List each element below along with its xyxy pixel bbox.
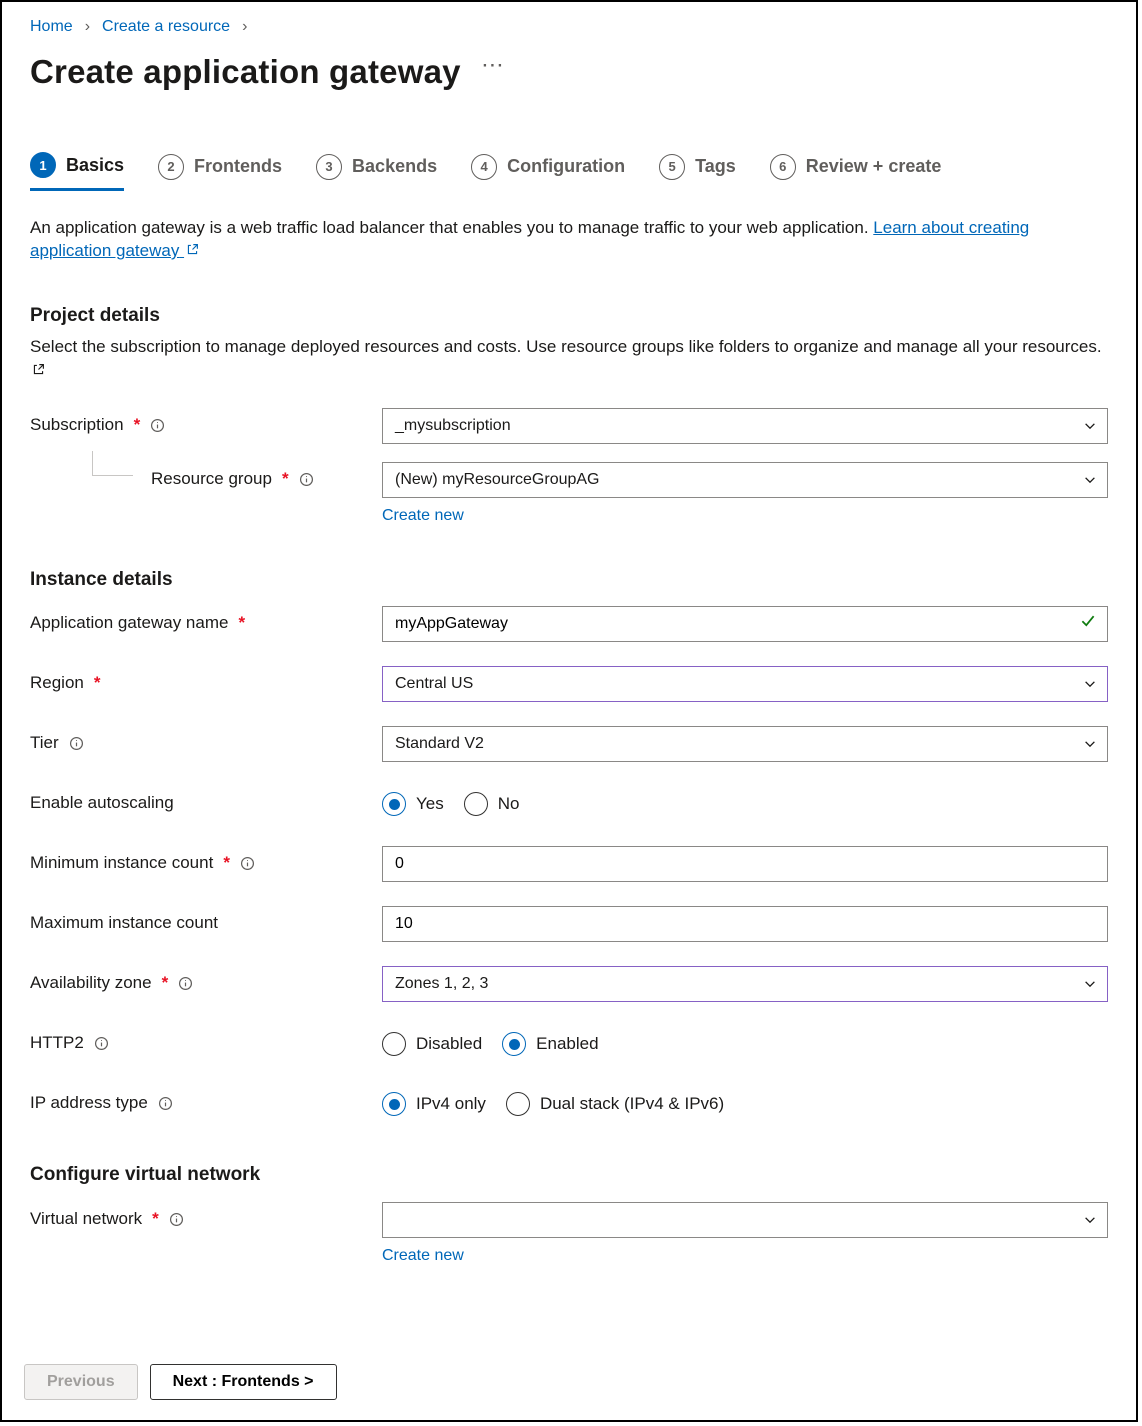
- label-min-instance: Minimum instance count*: [30, 846, 382, 875]
- intro-text: An application gateway is a web traffic …: [30, 217, 1108, 263]
- tier-value: Standard V2: [395, 733, 484, 755]
- section-title-vnet: Configure virtual network: [30, 1162, 1108, 1188]
- radio-ip-dual[interactable]: Dual stack (IPv4 & IPv6): [506, 1092, 724, 1116]
- info-icon[interactable]: [94, 1036, 109, 1051]
- breadcrumb-create-resource[interactable]: Create a resource: [102, 16, 230, 38]
- subscription-select[interactable]: _mysubscription: [382, 408, 1108, 444]
- chevron-down-icon: [1083, 677, 1097, 691]
- region-select[interactable]: Central US: [382, 666, 1108, 702]
- label-az: Availability zone*: [30, 966, 382, 995]
- wizard-steps: 1 Basics 2 Frontends 3 Backends 4 Config…: [30, 152, 1108, 191]
- section-desc-project: Select the subscription to manage deploy…: [30, 335, 1108, 384]
- chevron-down-icon: [1083, 473, 1097, 487]
- resource-group-select[interactable]: (New) myResourceGroupAG: [382, 462, 1108, 498]
- section-title-project: Project details: [30, 303, 1108, 329]
- tab-basics[interactable]: 1 Basics: [30, 152, 124, 191]
- chevron-down-icon: [1083, 977, 1097, 991]
- step-number: 5: [659, 154, 685, 180]
- radio-http2-enabled[interactable]: Enabled: [502, 1032, 598, 1056]
- radio-autoscale-yes[interactable]: Yes: [382, 792, 444, 816]
- radio-http2-disabled[interactable]: Disabled: [382, 1032, 482, 1056]
- info-icon[interactable]: [169, 1212, 184, 1227]
- label-ip-type: IP address type: [30, 1086, 382, 1115]
- chevron-right-icon: ›: [242, 16, 247, 38]
- label-autoscaling: Enable autoscaling: [30, 786, 382, 815]
- label-vnet: Virtual network*: [30, 1202, 382, 1231]
- step-number: 3: [316, 154, 342, 180]
- label-agw-name: Application gateway name*: [30, 606, 382, 635]
- previous-button: Previous: [24, 1364, 138, 1400]
- chevron-down-icon: [1083, 737, 1097, 751]
- tab-configuration[interactable]: 4 Configuration: [471, 152, 625, 191]
- breadcrumb-home[interactable]: Home: [30, 16, 73, 38]
- az-select[interactable]: Zones 1, 2, 3: [382, 966, 1108, 1002]
- next-button[interactable]: Next : Frontends >: [150, 1364, 337, 1400]
- label-region: Region*: [30, 666, 382, 695]
- label-resource-group: Resource group*: [30, 462, 382, 491]
- step-number: 2: [158, 154, 184, 180]
- info-icon[interactable]: [150, 418, 165, 433]
- tier-select[interactable]: Standard V2: [382, 726, 1108, 762]
- info-icon[interactable]: [69, 736, 84, 751]
- resource-group-value: (New) myResourceGroupAG: [395, 469, 600, 491]
- chevron-down-icon: [1083, 419, 1097, 433]
- agw-name-input[interactable]: [395, 607, 1071, 641]
- vnet-select[interactable]: [382, 1202, 1108, 1238]
- tab-review[interactable]: 6 Review + create: [770, 152, 942, 191]
- chevron-down-icon: [1083, 1213, 1097, 1227]
- tab-label: Backends: [352, 154, 437, 178]
- step-number: 1: [30, 152, 56, 178]
- external-link-icon: [32, 363, 45, 376]
- label-max-instance: Maximum instance count: [30, 906, 382, 935]
- step-number: 4: [471, 154, 497, 180]
- max-instance-input[interactable]: [395, 907, 1095, 941]
- tab-label: Frontends: [194, 154, 282, 178]
- az-value: Zones 1, 2, 3: [395, 973, 488, 995]
- info-icon[interactable]: [240, 856, 255, 871]
- subscription-value: _mysubscription: [395, 415, 511, 437]
- tab-label: Basics: [66, 153, 124, 177]
- min-instance-input[interactable]: [395, 847, 1095, 881]
- tree-line-icon: [92, 451, 133, 476]
- radio-ip-v4[interactable]: IPv4 only: [382, 1092, 486, 1116]
- page-title: Create application gateway: [30, 50, 461, 95]
- info-icon[interactable]: [299, 472, 314, 487]
- tab-label: Configuration: [507, 154, 625, 178]
- create-new-rg-link[interactable]: Create new: [382, 507, 464, 524]
- step-number: 6: [770, 154, 796, 180]
- breadcrumb: Home › Create a resource ›: [30, 16, 1108, 38]
- checkmark-icon: [1079, 612, 1097, 630]
- more-actions-icon[interactable]: ···: [483, 55, 505, 77]
- tab-tags[interactable]: 5 Tags: [659, 152, 736, 191]
- tab-label: Review + create: [806, 154, 942, 178]
- label-http2: HTTP2: [30, 1026, 382, 1055]
- tab-backends[interactable]: 3 Backends: [316, 152, 437, 191]
- radio-autoscale-no[interactable]: No: [464, 792, 520, 816]
- label-subscription: Subscription*: [30, 408, 382, 437]
- section-title-instance: Instance details: [30, 567, 1108, 593]
- create-new-vnet-link[interactable]: Create new: [382, 1247, 464, 1264]
- info-icon[interactable]: [158, 1096, 173, 1111]
- tab-frontends[interactable]: 2 Frontends: [158, 152, 282, 191]
- region-value: Central US: [395, 673, 473, 695]
- label-tier: Tier: [30, 726, 382, 755]
- tab-label: Tags: [695, 154, 736, 178]
- info-icon[interactable]: [178, 976, 193, 991]
- external-link-icon: [186, 243, 199, 256]
- agw-name-input-wrapper: [382, 606, 1108, 642]
- chevron-right-icon: ›: [85, 16, 90, 38]
